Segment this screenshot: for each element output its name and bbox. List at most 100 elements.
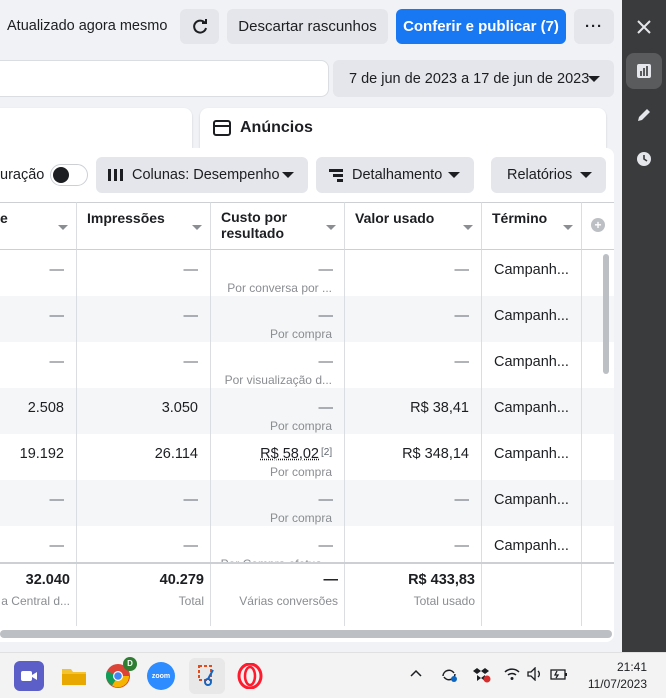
ads-panel-header[interactable]: Anúncios <box>200 108 606 148</box>
cell-impressions: — <box>183 308 199 324</box>
chevron-down-icon <box>588 76 600 82</box>
cell-cost-subtext: Por compra <box>269 465 332 479</box>
header-label: Valor usado <box>355 210 435 226</box>
close-icon <box>637 20 651 34</box>
cell-cost-subtext: Por compra <box>269 511 332 525</box>
windows-taskbar: D zoom 21:41 11/07/2023 <box>0 652 666 698</box>
zoom-app-icon[interactable]: zoom <box>147 662 175 690</box>
search-input[interactable] <box>0 60 329 97</box>
table-row[interactable]: 19.192 26.114 R$ 58,02 [2] Por compra R$ 348,… <box>0 434 614 480</box>
cell-cost-per-result: — <box>318 354 334 370</box>
date-range-label: 7 de jun de 2023 a 17 de jun de 2023 <box>349 70 590 87</box>
show-hidden-icons[interactable] <box>410 665 422 681</box>
cell-results: 2.508 <box>27 400 64 416</box>
status-text: Atualizado agora mesmo <box>7 18 168 34</box>
total-cost: — <box>323 572 339 588</box>
profile-badge: D <box>123 657 137 671</box>
cell-results: — <box>49 538 65 554</box>
refresh-button[interactable] <box>180 9 219 44</box>
edit-button[interactable] <box>626 97 662 133</box>
add-column-button[interactable]: + <box>582 202 614 250</box>
column-header-end[interactable]: Término <box>482 202 582 250</box>
sync-tray-icon[interactable] <box>440 667 458 686</box>
cell-amount-spent: — <box>454 262 470 278</box>
charts-button[interactable] <box>626 53 662 89</box>
table-row[interactable]: — — — Por compra — Campanh... <box>0 480 614 526</box>
wifi-icon <box>504 668 520 680</box>
ads-window-icon <box>213 120 231 136</box>
cell-amount-spent: — <box>454 354 470 370</box>
sort-icon[interactable] <box>192 225 202 230</box>
cell-end: Campanh... <box>494 492 569 508</box>
cell-end: Campanh... <box>494 538 569 554</box>
chart-icon <box>637 64 651 78</box>
clock-time: 21:41 <box>616 660 647 674</box>
clock-date: 11/07/2023 <box>587 677 647 691</box>
dropbox-tray-icon[interactable] <box>473 667 491 686</box>
breakdown-button[interactable]: Detalhamento <box>316 157 474 193</box>
discard-drafts-button[interactable]: Descartar rascunhos <box>227 9 388 44</box>
cell-cost-subtext: Por visualização d... <box>224 373 332 387</box>
column-header-cost-per-result[interactable]: Custo por resultado <box>211 202 345 250</box>
sort-icon[interactable] <box>58 225 68 230</box>
teams-app-icon[interactable] <box>14 661 44 691</box>
file-explorer-icon[interactable] <box>59 661 89 691</box>
cell-cost-per-result: — <box>318 262 334 278</box>
cell-amount-spent: R$ 38,41 <box>410 400 469 416</box>
volume-tray-icon[interactable] <box>527 666 543 684</box>
opera-icon <box>237 663 263 689</box>
footnote-marker[interactable]: [2] <box>321 447 332 458</box>
column-header-impressions[interactable]: Impressões <box>77 202 211 250</box>
sort-icon[interactable] <box>463 225 473 230</box>
chevron-down-icon <box>448 172 460 178</box>
total-results: 32.040 <box>25 572 70 588</box>
cell-impressions: 26.114 <box>154 446 198 462</box>
close-button[interactable] <box>626 9 662 45</box>
clock-icon <box>637 152 651 166</box>
total-impressions: 40.279 <box>159 572 204 588</box>
totals-row: 32.040 a Central d... 40.279 Total — Vár… <box>0 562 614 626</box>
cell-cost-per-result: — <box>318 538 334 554</box>
toggle-knob <box>53 167 69 183</box>
cell-end: Campanh... <box>494 400 569 416</box>
dropbox-icon <box>473 668 491 683</box>
more-options-button[interactable]: ··· <box>574 9 614 44</box>
table-row[interactable]: — — — Por conversa por ... — Campanh... <box>0 250 614 296</box>
chevron-down-icon <box>580 172 592 178</box>
system-clock[interactable]: 21:41 11/07/2023 <box>588 659 647 693</box>
cell-cost-per-result: — <box>318 308 334 324</box>
column-header-amount-spent[interactable]: Valor usado <box>345 202 482 250</box>
cell-results: — <box>49 354 65 370</box>
horizontal-scrollbar[interactable] <box>0 630 612 638</box>
snipping-tool-icon[interactable] <box>189 658 225 694</box>
campaigns-panel-header[interactable] <box>0 108 192 148</box>
cell-impressions: — <box>183 262 199 278</box>
sort-icon[interactable] <box>326 225 336 230</box>
sort-icon[interactable] <box>563 225 573 230</box>
table-row[interactable]: 2.508 3.050 — Por compra R$ 38,41 Campanh... <box>0 388 614 434</box>
breakdown-icon <box>329 169 343 182</box>
wifi-tray-icon[interactable] <box>504 667 520 684</box>
review-publish-button[interactable]: Conferir e publicar (7) <box>396 9 566 44</box>
zoom-label: zoom <box>151 672 171 680</box>
cell-impressions: — <box>183 538 199 554</box>
columns-label: Colunas: Desempenho <box>132 167 280 183</box>
battery-tray-icon[interactable] <box>550 667 568 684</box>
cell-results: — <box>49 492 65 508</box>
header-label: e <box>0 210 8 226</box>
cell-impressions: — <box>183 354 199 370</box>
opera-app-icon[interactable] <box>235 661 265 691</box>
table-row[interactable]: — — — Por visualização d... — Campanh... <box>0 342 614 388</box>
date-range-picker[interactable]: 7 de jun de 2023 a 17 de jun de 2023 <box>333 60 614 97</box>
columns-button[interactable]: Colunas: Desempenho <box>96 157 308 193</box>
column-header-results[interactable]: e <box>0 202 77 250</box>
table-row[interactable]: — — — Por compra — Campanh... <box>0 296 614 342</box>
columns-icon <box>108 169 124 181</box>
chrome-app-icon[interactable]: D <box>103 657 137 691</box>
history-button[interactable] <box>626 141 662 177</box>
vertical-scrollbar[interactable] <box>603 254 609 374</box>
config-toggle[interactable] <box>50 164 88 186</box>
reports-button[interactable]: Relatórios <box>491 157 606 193</box>
cell-end: Campanh... <box>494 308 569 324</box>
cell-results: 19.192 <box>19 446 64 462</box>
